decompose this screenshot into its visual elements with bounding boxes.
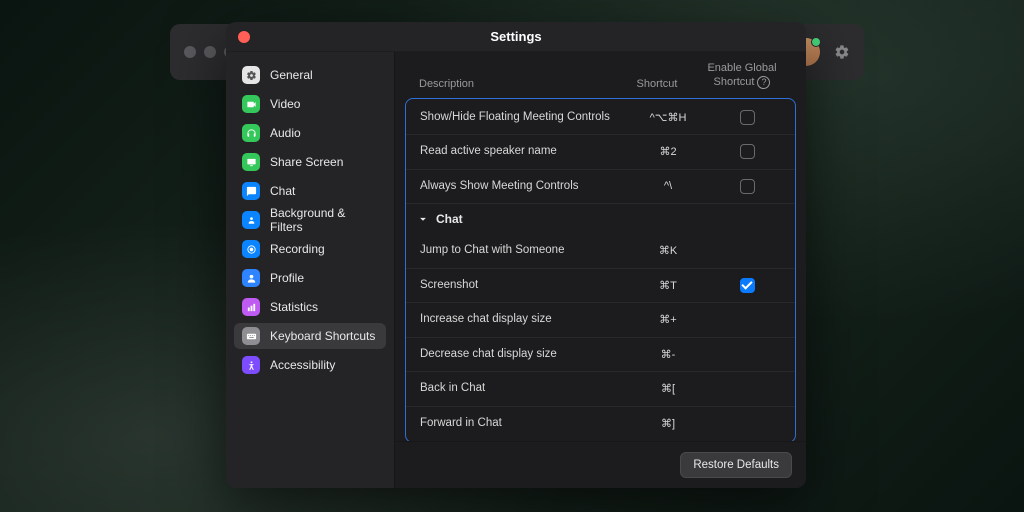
- content-pane: Description Shortcut Enable Global Short…: [394, 52, 806, 488]
- sidebar-item-audio[interactable]: Audio: [234, 120, 386, 146]
- sidebar-item-label: Profile: [270, 271, 304, 285]
- shortcut-row[interactable]: Read active speaker name⌘2: [406, 134, 795, 169]
- sidebar-item-share-screen[interactable]: Share Screen: [234, 149, 386, 175]
- sidebar: General Video Audio Share Screen Chat Backgro…: [226, 52, 394, 488]
- sidebar-item-label: Keyboard Shortcuts: [270, 329, 375, 343]
- shortcut-description: Decrease chat display size: [420, 347, 623, 363]
- shortcuts-list: Show/Hide Floating Meeting Controls^⌥⌘HR…: [395, 98, 806, 442]
- focused-group: Show/Hide Floating Meeting Controls^⌥⌘HR…: [405, 98, 796, 442]
- section-label: Chat: [436, 212, 463, 226]
- sidebar-item-label: Background & Filters: [270, 206, 378, 234]
- enable-global-cell: [713, 144, 781, 159]
- enable-global-checkbox[interactable]: [740, 278, 755, 293]
- statistics-icon: [242, 298, 260, 316]
- shortcut-row[interactable]: Back in Chat⌘[: [406, 371, 795, 406]
- sidebar-item-label: Audio: [270, 126, 301, 140]
- enable-global-cell: [713, 278, 781, 293]
- sidebar-item-label: Chat: [270, 184, 295, 198]
- profile-icon: [242, 269, 260, 287]
- section-chat[interactable]: Chat: [406, 203, 795, 234]
- footer: Restore Defaults: [395, 441, 806, 488]
- header-enable-global: Enable Global Shortcut?: [702, 62, 782, 90]
- shortcut-row[interactable]: Jump to Chat with Someone⌘K: [406, 234, 795, 268]
- accessibility-icon: [242, 356, 260, 374]
- sidebar-item-accessibility[interactable]: Accessibility: [234, 352, 386, 378]
- gear-icon[interactable]: [834, 44, 850, 60]
- shortcut-description: Increase chat display size: [420, 312, 623, 328]
- shortcut-description: Jump to Chat with Someone: [420, 243, 623, 259]
- chat-icon: [242, 182, 260, 200]
- recording-icon: [242, 240, 260, 258]
- sidebar-item-label: Share Screen: [270, 155, 343, 169]
- video-icon: [242, 95, 260, 113]
- sidebar-item-general[interactable]: General: [234, 62, 386, 88]
- shortcut-row[interactable]: Always Show Meeting Controls^\: [406, 169, 795, 204]
- shortcut-keys[interactable]: ⌘[: [623, 382, 713, 395]
- enable-global-checkbox[interactable]: [740, 144, 755, 159]
- enable-global-checkbox[interactable]: [740, 179, 755, 194]
- shortcut-description: Screenshot: [420, 278, 623, 294]
- shortcut-keys[interactable]: ⌘]: [623, 417, 713, 430]
- titlebar: Settings: [226, 22, 806, 52]
- shortcut-row[interactable]: Decrease chat display size⌘-: [406, 337, 795, 372]
- sidebar-item-statistics[interactable]: Statistics: [234, 294, 386, 320]
- shortcut-row[interactable]: Show/Hide Floating Meeting Controls^⌥⌘H: [406, 101, 795, 135]
- column-headers: Description Shortcut Enable Global Short…: [395, 52, 806, 98]
- shortcut-description: Read active speaker name: [420, 144, 623, 160]
- sidebar-item-background-filters[interactable]: Background & Filters: [234, 207, 386, 233]
- close-icon[interactable]: [238, 31, 250, 43]
- shortcut-row[interactable]: Forward in Chat⌘]: [406, 406, 795, 441]
- shortcut-keys[interactable]: ⌘-: [623, 348, 713, 361]
- general-icon: [242, 66, 260, 84]
- shortcut-keys[interactable]: ⌘+: [623, 313, 713, 326]
- sidebar-item-profile[interactable]: Profile: [234, 265, 386, 291]
- sidebar-item-label: Recording: [270, 242, 325, 256]
- header-description: Description: [419, 78, 612, 90]
- bg-minimize-icon: [204, 46, 216, 58]
- share-screen-icon: [242, 153, 260, 171]
- restore-defaults-button[interactable]: Restore Defaults: [680, 452, 792, 478]
- shortcut-row[interactable]: Screenshot⌘T: [406, 268, 795, 303]
- settings-window: Settings General Video Audio Share Screen Ch…: [226, 22, 806, 488]
- shortcut-keys[interactable]: ⌘T: [623, 279, 713, 292]
- sidebar-item-label: Accessibility: [270, 358, 335, 372]
- sidebar-item-recording[interactable]: Recording: [234, 236, 386, 262]
- shortcut-description: Forward in Chat: [420, 416, 623, 432]
- sidebar-item-keyboard-shortcuts[interactable]: Keyboard Shortcuts: [234, 323, 386, 349]
- chevron-down-icon: [416, 212, 430, 226]
- shortcut-description: Always Show Meeting Controls: [420, 179, 623, 195]
- header-shortcut: Shortcut: [612, 78, 702, 90]
- shortcut-keys[interactable]: ^⌥⌘H: [623, 111, 713, 124]
- shortcut-row[interactable]: Increase chat display size⌘+: [406, 302, 795, 337]
- sidebar-item-label: General: [270, 68, 313, 82]
- shortcut-description: Show/Hide Floating Meeting Controls: [420, 110, 623, 126]
- sidebar-item-label: Video: [270, 97, 300, 111]
- shortcut-description: Back in Chat: [420, 381, 623, 397]
- keyboard-shortcuts-icon: [242, 327, 260, 345]
- shortcut-keys[interactable]: ^\: [623, 180, 713, 192]
- shortcut-keys[interactable]: ⌘2: [623, 145, 713, 158]
- shortcut-keys[interactable]: ⌘K: [623, 244, 713, 257]
- help-icon[interactable]: ?: [757, 76, 770, 89]
- window-title: Settings: [226, 29, 806, 44]
- background-filters-icon: [242, 211, 260, 229]
- sidebar-item-label: Statistics: [270, 300, 318, 314]
- bg-close-icon: [184, 46, 196, 58]
- sidebar-item-chat[interactable]: Chat: [234, 178, 386, 204]
- audio-icon: [242, 124, 260, 142]
- enable-global-checkbox[interactable]: [740, 110, 755, 125]
- sidebar-item-video[interactable]: Video: [234, 91, 386, 117]
- enable-global-cell: [713, 179, 781, 194]
- enable-global-cell: [713, 110, 781, 125]
